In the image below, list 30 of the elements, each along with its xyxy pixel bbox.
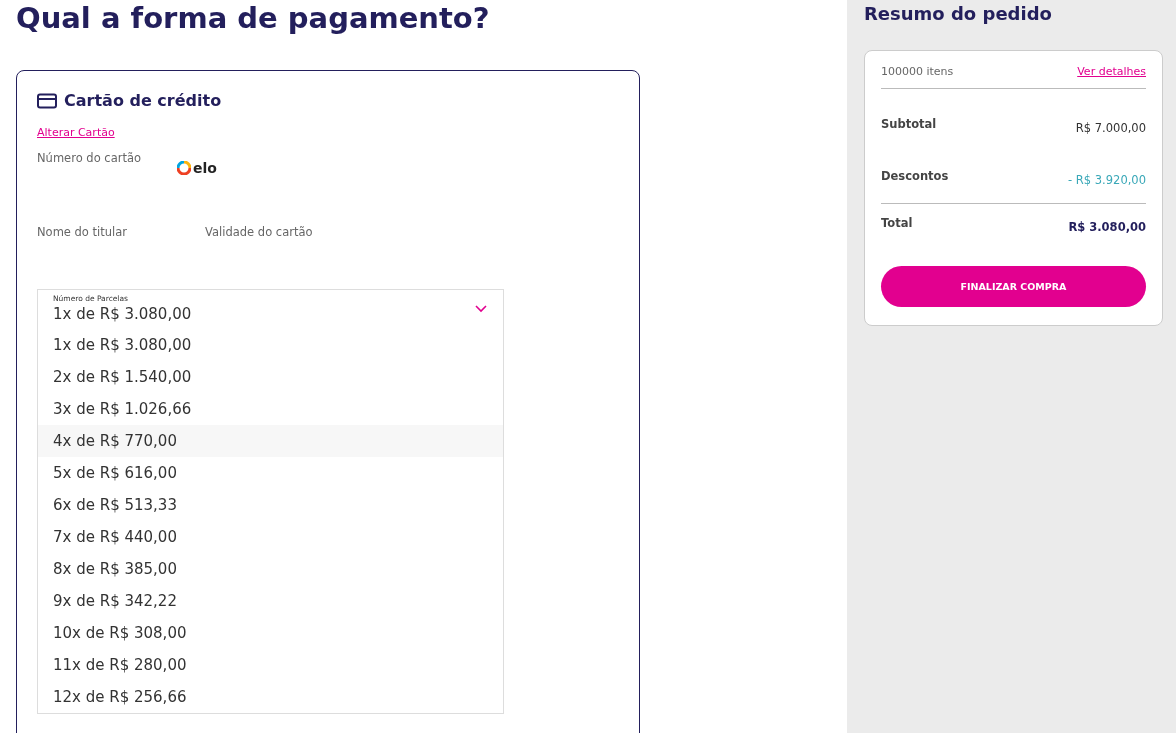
installment-option[interactable]: 11x de R$ 280,00 <box>38 649 503 681</box>
summary-label: Subtotal <box>881 117 937 131</box>
card-brand-logo: elo <box>177 161 217 175</box>
summary-value: R$ 7.000,00 <box>1075 121 1146 135</box>
installment-option[interactable]: 1x de R$ 3.080,00 <box>38 329 503 361</box>
credit-card-icon <box>37 92 57 109</box>
page-title: Qual a forma de pagamento? <box>16 0 490 36</box>
holder-name-label: Nome do titular <box>37 225 128 241</box>
finish-purchase-button[interactable]: FINALIZAR COMPRA <box>881 266 1146 307</box>
change-card-link[interactable]: Alterar Cartão <box>37 126 115 139</box>
items-count: 100000 itens <box>881 65 954 78</box>
installment-option[interactable]: 2x de R$ 1.540,00 <box>38 361 503 393</box>
installment-option[interactable]: 10x de R$ 308,00 <box>38 617 503 649</box>
installment-option[interactable]: 7x de R$ 440,00 <box>38 521 503 553</box>
summary-value: - R$ 3.920,00 <box>1068 173 1146 187</box>
installment-option[interactable]: 3x de R$ 1.026,66 <box>38 393 503 425</box>
summary-label: Total <box>881 216 913 230</box>
summary-title: Resumo do pedido <box>864 2 1052 26</box>
installment-option[interactable]: 9x de R$ 342,22 <box>38 585 503 617</box>
installment-option[interactable]: 12x de R$ 256,66 <box>38 681 503 713</box>
summary-label: Descontos <box>881 169 949 183</box>
installment-option[interactable]: 6x de R$ 513,33 <box>38 489 503 521</box>
installment-option[interactable]: 5x de R$ 616,00 <box>38 457 503 489</box>
installment-option[interactable]: 4x de R$ 770,00 <box>38 425 503 457</box>
summary-value: R$ 3.080,00 <box>1068 220 1146 234</box>
installment-option[interactable]: 8x de R$ 385,00 <box>38 553 503 585</box>
expiry-label: Validade do cartão <box>205 225 313 241</box>
card-number-label: Número do cartão <box>37 151 142 165</box>
payment-method-title: Cartão de crédito <box>64 91 222 110</box>
view-details-link[interactable]: Ver detalhes <box>1077 65 1146 78</box>
